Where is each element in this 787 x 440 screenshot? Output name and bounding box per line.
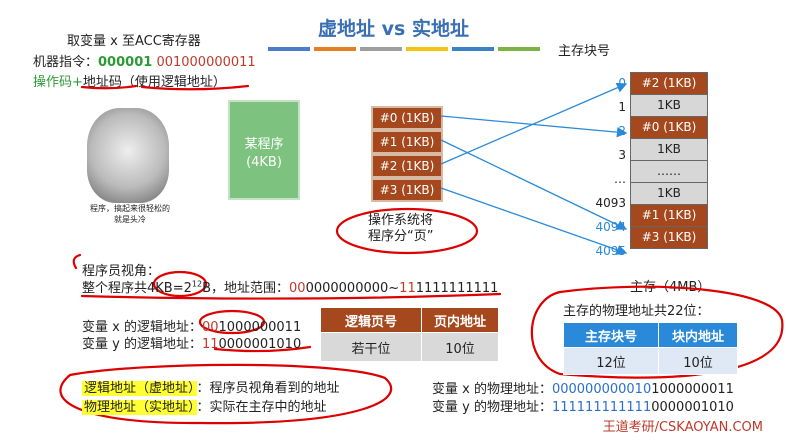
logic-header-page: 逻辑页号 bbox=[320, 307, 422, 333]
phys-header-offset: 块内地址 bbox=[658, 322, 738, 348]
underline-address bbox=[80, 84, 138, 90]
physical-term: 物理地址（实地址） bbox=[82, 400, 197, 415]
phys-address-y: 变量 y 的物理地址：1111111111110000001010 bbox=[432, 400, 734, 415]
footer-brand: 王道考研/CSKAOYAN.COM bbox=[602, 420, 763, 435]
logic-address-table: 逻辑页号 页内地址 若干位 10位 bbox=[320, 307, 499, 362]
phys-header-block: 主存块号 bbox=[563, 322, 659, 348]
phys-value-offset: 10位 bbox=[658, 347, 738, 375]
logical-term: 逻辑地址（虚地址） bbox=[82, 381, 197, 396]
circle-os-note bbox=[335, 207, 479, 255]
logic-value-offset: 10位 bbox=[421, 332, 499, 362]
definition-physical: 物理地址（实地址） ：实际在主存中的地址 bbox=[82, 400, 327, 415]
phys-address-table: 主存块号 块内地址 12位 10位 bbox=[563, 322, 738, 375]
phys-address-note: 主存的物理地址共22位： bbox=[563, 304, 710, 319]
logic-value-page: 若干位 bbox=[320, 332, 422, 362]
logic-address-y: 变量 y 的逻辑地址：110000001010 bbox=[82, 337, 302, 352]
mark-programmer bbox=[72, 253, 82, 270]
arrow-page1 bbox=[440, 139, 628, 230]
phys-value-block: 12位 bbox=[563, 347, 659, 375]
underline-logic-note bbox=[140, 84, 250, 91]
arrow-page2 bbox=[440, 82, 628, 165]
logic-header-offset: 页内地址 bbox=[421, 307, 499, 333]
phys-address-x: 变量 x 的物理地址：0000000000101000000011 bbox=[432, 382, 734, 397]
definition-logical: 逻辑地址（虚地址） ：程序员视角看到的地址 bbox=[82, 381, 340, 396]
program-range-line: 整个程序共4KB=212B，地址范围：000000000000~11111111… bbox=[82, 279, 499, 296]
